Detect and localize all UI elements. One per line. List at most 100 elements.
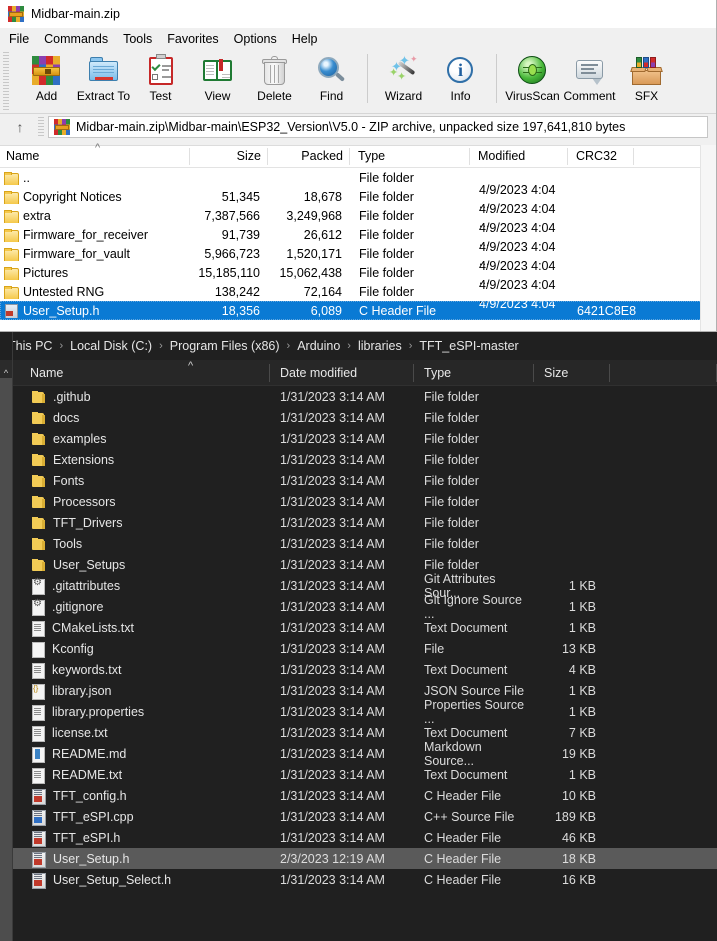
table-row[interactable]: Untested RNG 138,242 72,164 File folder … — [0, 278, 716, 306]
extract-to-button[interactable]: Extract To — [75, 50, 132, 103]
list-item[interactable]: CMakeLists.txt 1/31/2023 3:14 AM Text Do… — [0, 617, 717, 638]
list-item[interactable]: library.properties 1/31/2023 3:14 AM Pro… — [0, 698, 717, 726]
sfx-button[interactable]: SFX — [618, 50, 675, 103]
explorer-column-header-type[interactable]: Type — [414, 360, 534, 386]
c-header-icon — [4, 304, 18, 318]
explorer-column-header-name[interactable]: Name ^ — [0, 360, 270, 386]
breadcrumb-item-program-files[interactable]: Program Files (x86) — [170, 339, 280, 353]
toolbar-separator-2 — [496, 54, 497, 103]
list-item[interactable]: TFT_eSPI.h 1/31/2023 3:14 AM C Header Fi… — [0, 827, 717, 848]
view-button[interactable]: View — [189, 50, 246, 103]
table-row[interactable]: Firmware_for_vault 5,966,723 1,520,171 F… — [0, 240, 716, 268]
add-button[interactable]: Add — [18, 50, 75, 103]
list-item[interactable]: TFT_eSPI.cpp 1/31/2023 3:14 AM C++ Sourc… — [0, 806, 717, 827]
menu-favorites[interactable]: Favorites — [167, 30, 227, 48]
row-name: Untested RNG — [0, 285, 190, 299]
explorer-file-list[interactable]: .github 1/31/2023 3:14 AM File folder do… — [0, 386, 717, 941]
breadcrumb-item-libraries[interactable]: libraries — [358, 339, 402, 353]
list-item[interactable]: keywords.txt 1/31/2023 3:14 AM Text Docu… — [0, 659, 717, 680]
archive-vertical-scrollbar[interactable] — [700, 145, 716, 331]
table-row[interactable]: extra 7,387,566 3,249,968 File folder 4/… — [0, 202, 716, 230]
list-item[interactable]: README.txt 1/31/2023 3:14 AM Text Docume… — [0, 764, 717, 785]
test-button[interactable]: Test — [132, 50, 189, 103]
table-row[interactable]: Copyright Notices 51,345 18,678 File fol… — [0, 183, 716, 211]
json-file-icon — [32, 683, 45, 700]
list-item[interactable]: Fonts 1/31/2023 3:14 AM File folder — [0, 470, 717, 491]
list-item[interactable]: Tools 1/31/2023 3:14 AM File folder — [0, 533, 717, 554]
table-row[interactable]: Firmware_for_receiver 91,739 26,612 File… — [0, 221, 716, 249]
column-header-crc32[interactable]: CRC32 — [568, 146, 634, 167]
comment-button[interactable]: Comment — [561, 50, 618, 103]
folder-icon — [32, 432, 45, 445]
list-item[interactable]: User_Setup.h 2/3/2023 12:19 AM C Header … — [0, 848, 717, 869]
list-item[interactable]: .github 1/31/2023 3:14 AM File folder — [0, 386, 717, 407]
wizard-button[interactable]: ✦ ✦ ✦ ✦ ✦ Wizard — [375, 50, 432, 103]
list-item[interactable]: docs 1/31/2023 3:14 AM File folder — [0, 407, 717, 428]
explorer-sort-ascending-icon: ^ — [188, 359, 194, 372]
column-header-modified[interactable]: Modified — [470, 146, 568, 167]
row-size: 16 KB — [561, 872, 596, 887]
view-button-label: View — [204, 89, 231, 103]
list-item[interactable]: TFT_config.h 1/31/2023 3:14 AM C Header … — [0, 785, 717, 806]
list-item[interactable]: library.json 1/31/2023 3:14 AM JSON Sour… — [0, 680, 717, 701]
archive-path-field[interactable]: Midbar-main.zip\Midbar-main\ESP32_Versio… — [48, 116, 708, 138]
list-item[interactable]: .gitignore 1/31/2023 3:14 AM Git Ignore … — [0, 593, 717, 621]
menu-file[interactable]: File — [9, 30, 38, 48]
column-header-type[interactable]: Type — [350, 146, 470, 167]
breadcrumb-item-tft-espi-master[interactable]: TFT_eSPI-master — [419, 339, 518, 353]
menu-help[interactable]: Help — [292, 30, 327, 48]
list-item[interactable]: User_Setup_Select.h 1/31/2023 3:14 AM C … — [0, 869, 717, 890]
menu-commands[interactable]: Commands — [44, 30, 117, 48]
explorer-column-header-date[interactable]: Date modified — [270, 360, 414, 386]
list-item[interactable]: .gitattributes 1/31/2023 3:14 AM Git Att… — [0, 572, 717, 600]
row-size: 13 KB — [561, 641, 596, 656]
column-header-name[interactable]: Name ^ — [0, 142, 190, 167]
row-name: Tools — [0, 537, 270, 551]
folder-icon — [4, 228, 19, 242]
column-header-packed[interactable]: Packed — [268, 146, 350, 167]
gear-file-icon — [32, 577, 45, 595]
info-button[interactable]: i Info — [432, 50, 489, 103]
list-item[interactable]: README.md 1/31/2023 3:14 AM Markdown Sou… — [0, 740, 717, 768]
row-name: .gitignore — [0, 598, 270, 616]
list-item[interactable]: Extensions 1/31/2023 3:14 AM File folder — [0, 449, 717, 470]
column-header-size[interactable]: Size — [190, 146, 268, 167]
table-row[interactable]: User_Setup.h 18,356 6,089 C Header File … — [0, 297, 716, 325]
explorer-column-header-size[interactable]: Size — [534, 360, 610, 386]
list-item[interactable]: license.txt 1/31/2023 3:14 AM Text Docum… — [0, 722, 717, 743]
row-name: User_Setup.h — [0, 304, 190, 318]
find-button-label: Find — [319, 89, 344, 103]
virusscan-bug-icon — [516, 54, 549, 87]
virusscan-button[interactable]: VirusScan — [504, 50, 561, 103]
explorer-left-scrollbar[interactable]: ^ — [0, 332, 12, 941]
list-item[interactable]: Kconfig 1/31/2023 3:14 AM File 13 KB — [0, 638, 717, 659]
row-date-modified: 1/31/2023 3:14 AM — [280, 473, 385, 488]
folder-icon — [32, 453, 45, 466]
list-item[interactable]: TFT_Drivers 1/31/2023 3:14 AM File folde… — [0, 512, 717, 533]
archive-file-list[interactable]: Name ^ Size Packed Type Modified CRC32 .… — [0, 142, 716, 331]
folder-icon — [32, 516, 45, 529]
toolbar-grip[interactable] — [3, 52, 9, 112]
breadcrumb-item-arduino[interactable]: Arduino — [297, 339, 340, 353]
row-size: 1 KB — [568, 578, 596, 593]
list-item[interactable]: User_Setups 1/31/2023 3:14 AM File folde… — [0, 554, 717, 575]
list-item[interactable]: examples 1/31/2023 3:14 AM File folder — [0, 428, 717, 449]
breadcrumb-chevron-icon-1: › — [59, 340, 64, 352]
breadcrumb-item-local-disk[interactable]: Local Disk (C:) — [70, 339, 152, 353]
scrollbar-thumb[interactable] — [0, 378, 12, 941]
breadcrumb-item-this-pc[interactable]: This PC — [8, 339, 52, 353]
table-row[interactable]: .. File folder — [0, 168, 716, 187]
row-name: README.md — [0, 746, 270, 763]
list-item[interactable]: Processors 1/31/2023 3:14 AM File folder — [0, 491, 717, 512]
row-name: library.properties — [0, 704, 270, 721]
menu-tools[interactable]: Tools — [123, 30, 161, 48]
text-file-icon — [32, 767, 45, 784]
up-arrow-icon[interactable]: ↑ — [6, 119, 34, 135]
winrar-toolbar: Add Extract To Test View Delete Find ✦ ✦… — [0, 50, 716, 114]
chevron-up-icon[interactable]: ^ — [0, 368, 12, 378]
pathbar-grip[interactable] — [38, 117, 44, 137]
menu-options[interactable]: Options — [234, 30, 286, 48]
table-row[interactable]: Pictures 15,185,110 15,062,438 File fold… — [0, 259, 716, 287]
delete-button[interactable]: Delete — [246, 50, 303, 103]
find-button[interactable]: Find — [303, 50, 360, 103]
